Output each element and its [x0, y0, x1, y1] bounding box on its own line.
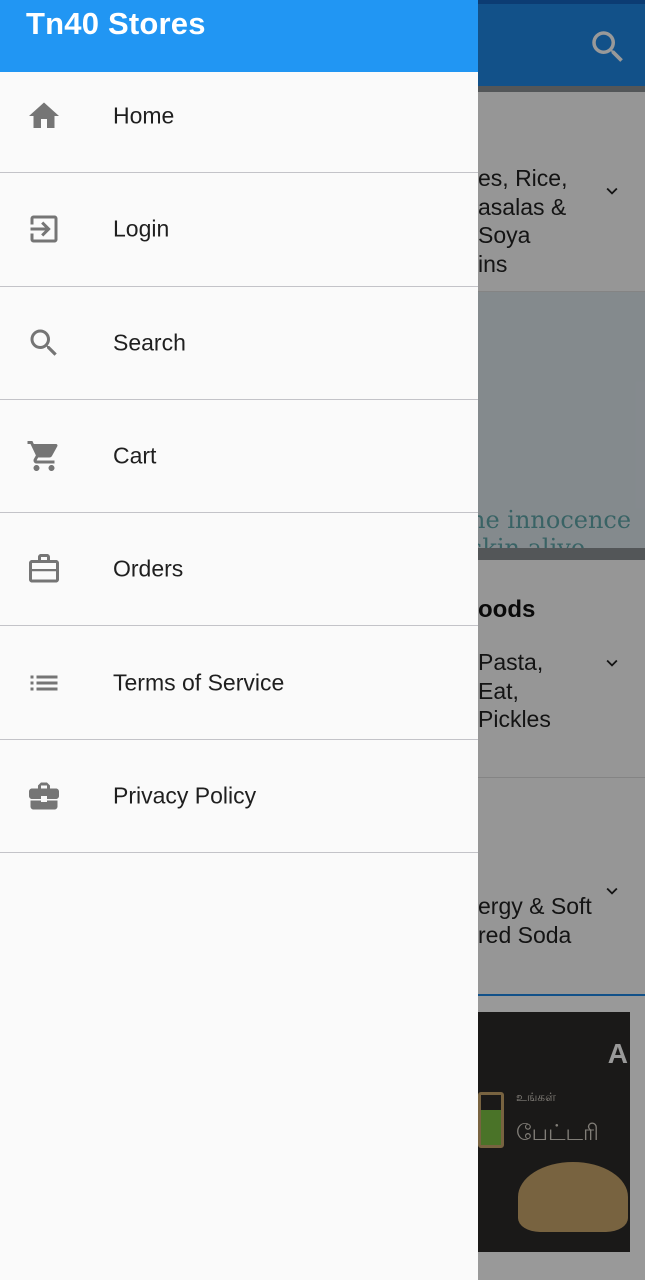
- search-icon: [26, 325, 62, 361]
- briefcase-outline-icon: [26, 551, 62, 587]
- drawer-title: Tn40 Stores: [26, 6, 206, 41]
- drawer-item-search[interactable]: Search: [0, 287, 478, 400]
- drawer-item-terms-of-service[interactable]: Terms of Service: [0, 626, 478, 740]
- home-icon: [26, 98, 62, 134]
- navigation-drawer: Home Login Search Cart Orders Terms of S…: [0, 0, 478, 1280]
- drawer-item-label: Privacy Policy: [113, 782, 257, 809]
- login-icon: [26, 211, 62, 247]
- cart-icon: [26, 438, 62, 474]
- list-icon: [26, 665, 62, 701]
- drawer-item-label: Cart: [113, 442, 157, 469]
- briefcase-icon: [26, 778, 62, 814]
- drawer-item-login[interactable]: Login: [0, 173, 478, 287]
- drawer-item-label: Login: [113, 215, 170, 242]
- drawer-item-home[interactable]: Home: [0, 60, 478, 174]
- drawer-menu: Home Login Search Cart Orders Terms of S…: [0, 60, 478, 854]
- drawer-item-privacy-policy[interactable]: Privacy Policy: [0, 740, 478, 854]
- drawer-item-label: Terms of Service: [113, 669, 285, 696]
- drawer-header: Tn40 Stores: [0, 0, 478, 72]
- drawer-item-label: Home: [113, 102, 175, 129]
- drawer-item-orders[interactable]: Orders: [0, 513, 478, 627]
- drawer-item-cart[interactable]: Cart: [0, 400, 478, 514]
- drawer-item-label: Orders: [113, 555, 184, 582]
- drawer-item-label: Search: [113, 329, 186, 356]
